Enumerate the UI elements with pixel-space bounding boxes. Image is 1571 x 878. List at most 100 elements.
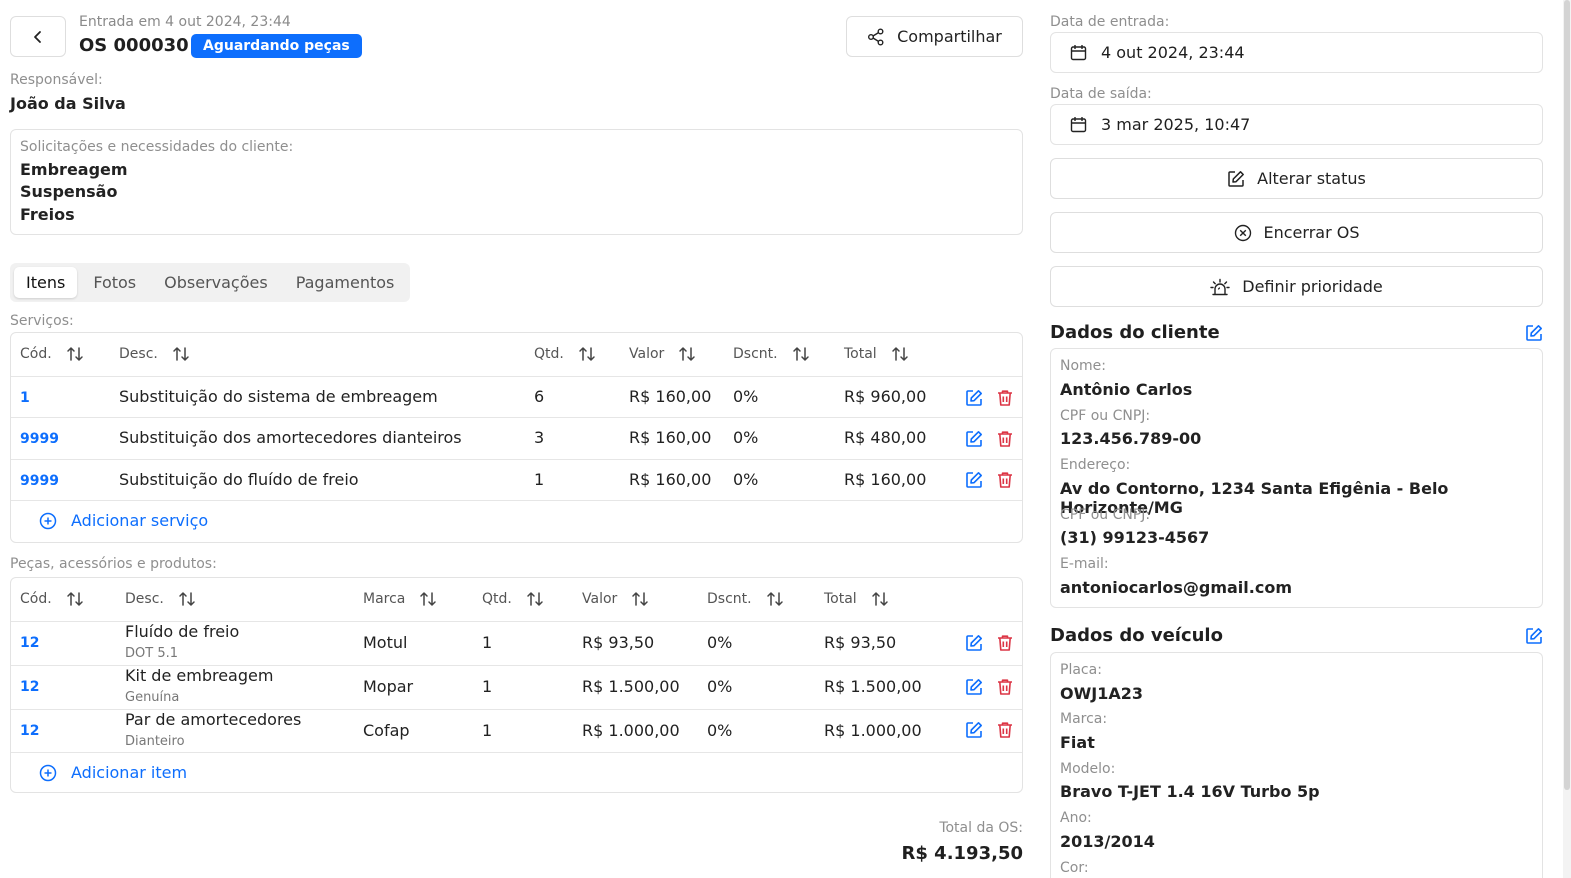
part-desc: Par de amortecedores [125, 710, 302, 729]
col-header-discount[interactable]: Dscnt. [707, 591, 784, 607]
service-total: R$ 960,00 [844, 387, 927, 406]
trash-icon[interactable] [996, 471, 1014, 489]
client-section-title: Dados do cliente [1050, 322, 1220, 343]
status-badge: Aguardando peças [191, 34, 362, 58]
part-qty: 1 [482, 677, 493, 696]
sort-icon [631, 591, 649, 607]
entry-date-value: 4 out 2024, 23:44 [1101, 43, 1245, 62]
tab-notes[interactable]: Observações [152, 267, 280, 298]
edit-vehicle-icon[interactable] [1525, 627, 1543, 645]
add-service-button[interactable]: Adicionar serviço [39, 511, 208, 530]
page-scrollbar[interactable] [1563, 0, 1571, 878]
entry-date-field[interactable]: 4 out 2024, 23:44 [1050, 32, 1543, 73]
vehicle-section-title: Dados do veículo [1050, 625, 1223, 646]
vehicle-brand: Fiat [1060, 733, 1095, 752]
service-discount: 0% [733, 387, 759, 406]
vehicle-card: Placa: OWJ1A23 Marca: Fiat Modelo: Bravo… [1050, 652, 1543, 878]
add-item-button[interactable]: Adicionar item [39, 763, 187, 782]
edit-icon[interactable] [965, 634, 983, 652]
part-code[interactable]: 12 [20, 679, 39, 695]
calendar-icon [1070, 116, 1087, 133]
trash-icon[interactable] [996, 430, 1014, 448]
tab-items[interactable]: Itens [14, 267, 78, 298]
col-header-value[interactable]: Valor [629, 346, 696, 362]
share-button[interactable]: Compartilhar [846, 16, 1023, 57]
edit-icon[interactable] [965, 471, 983, 489]
vehicle-brand-label: Marca: [1060, 711, 1108, 727]
sort-icon [178, 591, 196, 607]
trash-icon[interactable] [996, 678, 1014, 696]
set-priority-label: Definir prioridade [1242, 277, 1383, 296]
col-header-desc[interactable]: Desc. [125, 591, 196, 607]
col-header-qty[interactable]: Qtd. [482, 591, 544, 607]
part-code[interactable]: 12 [20, 635, 39, 651]
col-header-brand[interactable]: Marca [363, 591, 437, 607]
services-label: Serviços: [10, 313, 74, 329]
part-value: R$ 93,50 [582, 633, 655, 652]
tab-payments[interactable]: Pagamentos [284, 267, 407, 298]
col-header-code[interactable]: Cód. [20, 346, 84, 362]
scrollbar-thumb[interactable] [1564, 0, 1570, 790]
service-desc: Substituição do fluído de freio [119, 470, 359, 489]
sort-icon [891, 346, 909, 362]
col-header-value[interactable]: Valor [582, 591, 649, 607]
edit-icon[interactable] [965, 678, 983, 696]
service-desc: Substituição do sistema de embreagem [119, 387, 438, 406]
service-code[interactable]: 9999 [20, 473, 59, 489]
service-qty: 1 [534, 470, 545, 489]
close-os-label: Encerrar OS [1263, 223, 1360, 242]
set-priority-button[interactable]: Definir prioridade [1050, 266, 1543, 307]
change-status-button[interactable]: Alterar status [1050, 158, 1543, 199]
vehicle-plate-label: Placa: [1060, 662, 1102, 678]
share-icon [867, 28, 885, 46]
edit-icon[interactable] [965, 389, 983, 407]
service-total: R$ 480,00 [844, 428, 927, 447]
tab-bar: Itens Fotos Observações Pagamentos [10, 263, 411, 302]
edit-client-icon[interactable] [1525, 324, 1543, 342]
col-header-total[interactable]: Total [824, 591, 889, 607]
service-discount: 0% [733, 428, 759, 447]
back-button[interactable] [10, 16, 66, 57]
edit-icon[interactable] [965, 430, 983, 448]
exit-date-field[interactable]: 3 mar 2025, 10:47 [1050, 104, 1543, 145]
col-header-desc[interactable]: Desc. [119, 346, 190, 362]
col-header-qty[interactable]: Qtd. [534, 346, 596, 362]
close-os-button[interactable]: Encerrar OS [1050, 212, 1543, 253]
trash-icon[interactable] [996, 634, 1014, 652]
responsible-name: João da Silva [10, 94, 126, 113]
service-value: R$ 160,00 [629, 387, 712, 406]
sort-icon [66, 346, 84, 362]
trash-icon[interactable] [996, 721, 1014, 739]
close-circle-icon [1234, 224, 1252, 242]
services-table: Cód. Desc. Qtd. Valor Dscnt. Total 1 Sub… [10, 332, 1023, 543]
service-discount: 0% [733, 470, 759, 489]
change-status-label: Alterar status [1257, 169, 1366, 188]
sort-icon [792, 346, 810, 362]
col-header-discount[interactable]: Dscnt. [733, 346, 810, 362]
client-address-label: Endereço: [1060, 457, 1131, 473]
vehicle-model-label: Modelo: [1060, 761, 1116, 777]
col-header-total[interactable]: Total [844, 346, 909, 362]
trash-icon[interactable] [996, 389, 1014, 407]
part-total: R$ 93,50 [824, 633, 897, 652]
service-total: R$ 160,00 [844, 470, 927, 489]
part-discount: 0% [707, 633, 733, 652]
share-label: Compartilhar [897, 27, 1002, 46]
service-code[interactable]: 9999 [20, 431, 59, 447]
part-brand: Motul [363, 633, 408, 652]
entry-date-label: Data de entrada: [1050, 14, 1170, 30]
sort-icon [66, 591, 84, 607]
edit-icon[interactable] [965, 721, 983, 739]
service-code[interactable]: 1 [20, 390, 30, 406]
part-code[interactable]: 12 [20, 723, 39, 739]
part-value: R$ 1.500,00 [582, 677, 680, 696]
tab-photos[interactable]: Fotos [81, 267, 148, 298]
responsible-label: Responsável: [10, 72, 103, 88]
col-header-code[interactable]: Cód. [20, 591, 84, 607]
vehicle-model: Bravo T-JET 1.4 16V Turbo 5p [1060, 782, 1320, 801]
client-name: Antônio Carlos [1060, 380, 1193, 399]
edit-icon [1227, 170, 1245, 188]
sort-icon [578, 346, 596, 362]
service-qty: 3 [534, 428, 545, 447]
client-document-label: CPF ou CNPJ: [1060, 408, 1151, 424]
